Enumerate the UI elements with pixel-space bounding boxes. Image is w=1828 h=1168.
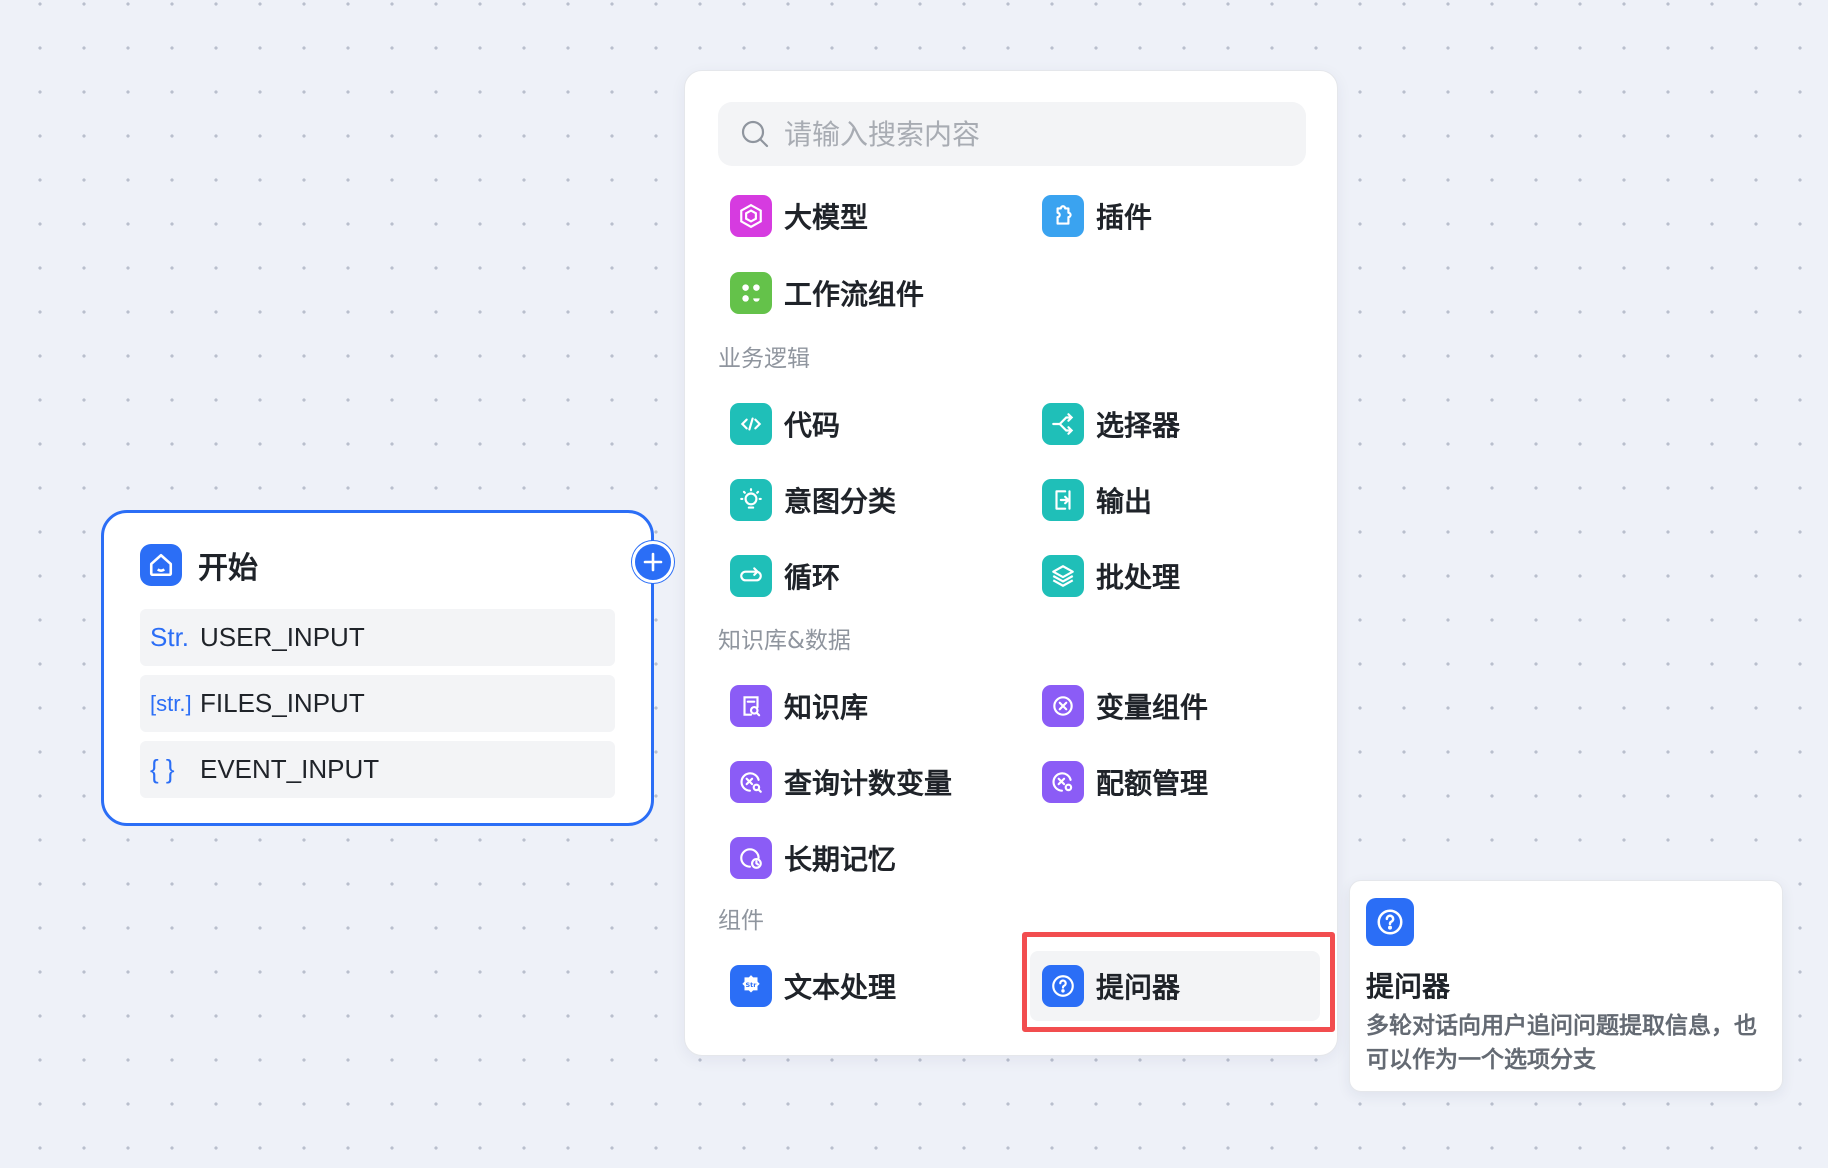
section-title-components: 组件 [718,908,764,934]
node-item-loop[interactable]: 循环 [718,541,1008,611]
node-item-plugin[interactable]: 插件 [1030,181,1320,251]
text-process-icon: Str [730,965,772,1007]
variable-row[interactable]: { } EVENT_INPUT [140,741,615,798]
node-item-label: 查询计数变量 [784,767,953,800]
start-variables: Str. USER_INPUT [str.] FILES_INPUT { } E… [140,609,615,807]
batch-icon [1042,555,1084,597]
node-item-variable[interactable]: 变量组件 [1030,671,1320,741]
knowledge-icon [730,685,772,727]
search-box[interactable] [718,102,1306,166]
start-node-header: 开始 [140,543,258,587]
variable-name: EVENT_INPUT [200,754,380,784]
variable-name: FILES_INPUT [200,688,365,718]
node-item-label: 工作流组件 [784,278,925,311]
lightbulb-icon [730,479,772,521]
node-item-label: 插件 [1096,201,1153,234]
llm-icon [730,195,772,237]
node-item-text-process[interactable]: Str 文本处理 [718,951,1008,1021]
node-item-workflow[interactable]: 工作流组件 [718,258,1008,328]
node-item-label: 文本处理 [784,971,897,1004]
node-tooltip: 提问器 多轮对话向用户追问问题提取信息，也可以作为一个选项分支 [1349,880,1783,1092]
svg-text:Str: Str [746,981,758,989]
variable-row[interactable]: [str.] FILES_INPUT [140,675,615,732]
section-title-knowledge-data: 知识库&数据 [718,628,851,654]
start-node[interactable]: 开始 Str. USER_INPUT [str.] FILES_INPUT { … [101,510,674,826]
plugin-icon [1042,195,1084,237]
start-node-title: 开始 [198,551,258,586]
output-icon [1042,479,1084,521]
search-icon [741,120,769,148]
node-item-batch[interactable]: 批处理 [1030,541,1320,611]
node-item-label: 代码 [784,409,841,442]
add-node-button[interactable] [632,541,674,583]
node-item-label: 意图分类 [784,485,897,518]
node-item-memory[interactable]: 长期记忆 [718,823,1008,893]
node-item-label: 循环 [784,561,841,594]
string-array-type-icon: [str.] [150,690,192,716]
workflow-icon [730,272,772,314]
node-item-intent[interactable]: 意图分类 [718,465,1008,535]
node-item-label: 选择器 [1096,409,1181,442]
variable-row[interactable]: Str. USER_INPUT [140,609,615,666]
section-title-business-logic: 业务逻辑 [718,346,810,372]
object-type-icon: { } [150,754,175,784]
count-query-icon [730,761,772,803]
plus-icon [643,552,663,572]
selector-icon [1042,403,1084,445]
node-item-llm[interactable]: 大模型 [718,181,1008,251]
node-item-label: 知识库 [784,691,869,724]
variable-name: USER_INPUT [200,622,365,652]
node-item-count-query[interactable]: 查询计数变量 [718,747,1008,817]
node-item-code[interactable]: 代码 [718,389,1008,459]
variable-icon [1042,685,1084,727]
node-item-label: 配额管理 [1096,767,1209,800]
node-item-quota[interactable]: 配额管理 [1030,747,1320,817]
home-icon [140,544,182,586]
question-icon [1366,898,1414,946]
node-item-label: 长期记忆 [784,843,897,876]
node-item-output[interactable]: 输出 [1030,465,1320,535]
tooltip-title: 提问器 [1366,970,1451,1003]
node-item-label: 大模型 [784,201,869,234]
code-icon [730,403,772,445]
node-item-knowledge[interactable]: 知识库 [718,671,1008,741]
node-item-selector[interactable]: 选择器 [1030,389,1320,459]
search-input[interactable] [784,117,1264,151]
string-type-icon: Str. [150,622,190,652]
memory-icon [730,837,772,879]
node-item-label: 批处理 [1096,561,1181,594]
node-item-label: 变量组件 [1096,691,1209,724]
loop-icon [730,555,772,597]
node-item-label: 输出 [1096,485,1153,518]
quota-icon [1042,761,1084,803]
highlight-annotation [1022,932,1335,1032]
tooltip-description: 多轮对话向用户追问问题提取信息，也可以作为一个选项分支 [1366,1013,1757,1073]
node-picker-panel: 大模型 插件 工作流组件 业务逻辑 代码 选择器 意图分类 输 [684,70,1338,1056]
